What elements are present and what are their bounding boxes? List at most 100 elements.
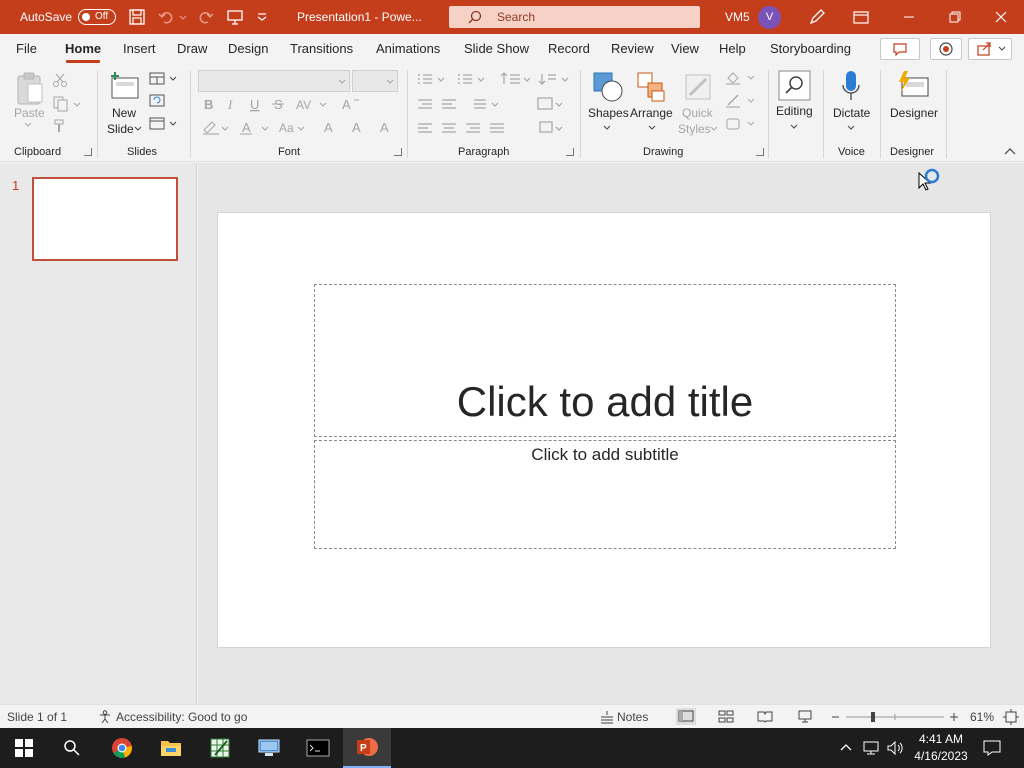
paste-icon[interactable] xyxy=(14,70,46,106)
section-icon[interactable] xyxy=(148,117,178,131)
find-icon[interactable] xyxy=(778,70,812,102)
slideshow-view-icon[interactable] xyxy=(797,710,813,723)
tab-slide-show[interactable]: Slide Show xyxy=(464,41,529,56)
quick-styles-label-2[interactable]: Styles xyxy=(678,122,711,136)
zoom-level[interactable]: 61% xyxy=(970,710,994,724)
collapse-ribbon-icon[interactable] xyxy=(1004,148,1016,156)
volume-icon[interactable] xyxy=(886,739,904,757)
quick-styles-dropdown-icon[interactable] xyxy=(710,126,718,132)
comments-button[interactable] xyxy=(880,38,920,60)
editing-button[interactable]: Editing xyxy=(776,104,813,118)
notes-button[interactable]: Notes xyxy=(617,710,648,724)
cut-icon[interactable] xyxy=(52,72,68,88)
title-placeholder[interactable]: Click to add title xyxy=(314,284,896,437)
arrange-button[interactable]: Arrange xyxy=(630,106,673,120)
dictate-button[interactable]: Dictate xyxy=(833,106,870,120)
layout-icon[interactable] xyxy=(148,72,178,86)
shape-fill-icon[interactable] xyxy=(724,70,758,86)
spreadsheet-app[interactable] xyxy=(196,728,244,768)
customize-qat-icon[interactable] xyxy=(255,8,269,26)
notification-icon[interactable] xyxy=(982,739,1002,757)
tab-animations[interactable]: Animations xyxy=(376,41,440,56)
ribbon-display-options-icon[interactable] xyxy=(852,8,870,26)
tab-transitions[interactable]: Transitions xyxy=(290,41,353,56)
designer-button[interactable]: Designer xyxy=(890,106,938,120)
paragraph-dialog-launcher[interactable] xyxy=(566,148,574,156)
dictate-dropdown-icon[interactable] xyxy=(847,125,855,131)
font-size-combo[interactable] xyxy=(352,70,398,92)
user-name[interactable]: VM5 xyxy=(725,0,750,34)
microphone-icon[interactable] xyxy=(840,70,862,104)
font-name-dropdown-icon[interactable] xyxy=(338,79,346,85)
format-painter-icon[interactable] xyxy=(52,118,70,134)
undo-dropdown-icon[interactable] xyxy=(178,8,188,26)
tab-help[interactable]: Help xyxy=(719,41,746,56)
tab-review[interactable]: Review xyxy=(611,41,654,56)
save-icon[interactable] xyxy=(128,8,146,26)
maximize-button[interactable] xyxy=(932,0,978,34)
arrange-dropdown-icon[interactable] xyxy=(648,125,656,131)
copy-icon[interactable] xyxy=(52,96,80,112)
tab-view[interactable]: View xyxy=(671,41,699,56)
shape-outline-icon[interactable] xyxy=(724,93,758,109)
clipboard-dialog-launcher[interactable] xyxy=(84,148,92,156)
new-slide-label-1[interactable]: New xyxy=(112,106,136,120)
network-app[interactable] xyxy=(245,728,293,768)
file-explorer-app[interactable] xyxy=(147,728,195,768)
tray-chevron-icon[interactable] xyxy=(838,740,854,756)
slide-sorter-icon[interactable] xyxy=(718,710,734,723)
editing-dropdown-icon[interactable] xyxy=(790,124,798,130)
accessibility-status[interactable]: Accessibility: Good to go xyxy=(116,710,247,724)
undo-icon[interactable] xyxy=(158,8,176,26)
fit-slide-icon[interactable] xyxy=(1003,709,1019,725)
document-title[interactable]: Presentation1 - Powe... xyxy=(297,0,422,34)
chrome-app[interactable] xyxy=(98,728,146,768)
close-button[interactable] xyxy=(978,0,1024,34)
normal-view-icon[interactable] xyxy=(676,708,696,725)
slide[interactable]: Click to add title Click to add subtitle xyxy=(217,212,991,648)
minimize-button[interactable] xyxy=(886,0,932,34)
reading-view-icon[interactable] xyxy=(757,710,773,723)
shapes-button[interactable]: Shapes xyxy=(588,106,629,120)
font-size-dropdown-icon[interactable] xyxy=(386,79,394,85)
redo-icon[interactable] xyxy=(196,8,214,26)
record-button[interactable] xyxy=(930,38,962,60)
tab-insert[interactable]: Insert xyxy=(123,41,156,56)
tab-design[interactable]: Design xyxy=(228,41,268,56)
subtitle-placeholder[interactable]: Click to add subtitle xyxy=(314,440,896,549)
paste-dropdown-icon[interactable] xyxy=(24,122,32,128)
paste-button[interactable]: Paste xyxy=(14,106,45,120)
new-slide-icon[interactable] xyxy=(109,70,141,102)
font-name-combo[interactable] xyxy=(198,70,350,92)
pen-icon[interactable] xyxy=(808,8,826,26)
slide-thumbnail[interactable] xyxy=(32,177,178,261)
shapes-dropdown-icon[interactable] xyxy=(603,125,611,131)
new-slide-label-2[interactable]: Slide xyxy=(107,122,134,136)
tab-record[interactable]: Record xyxy=(548,41,590,56)
reset-slide-icon[interactable] xyxy=(148,94,168,108)
slide-counter[interactable]: Slide 1 of 1 xyxy=(7,710,67,724)
tab-file[interactable]: File xyxy=(16,41,37,56)
network-icon[interactable] xyxy=(862,739,882,757)
search-box[interactable]: Search xyxy=(449,6,700,28)
share-button[interactable] xyxy=(968,38,1012,60)
start-button[interactable] xyxy=(0,728,48,768)
new-slide-dropdown-icon[interactable] xyxy=(134,126,142,132)
quick-styles-label-1[interactable]: Quick xyxy=(682,106,713,120)
zoom-slider[interactable] xyxy=(830,711,962,723)
quick-styles-icon[interactable] xyxy=(684,71,714,103)
avatar[interactable]: V xyxy=(758,6,781,29)
tab-draw[interactable]: Draw xyxy=(177,41,207,56)
font-dialog-launcher[interactable] xyxy=(394,148,402,156)
arrange-icon[interactable] xyxy=(636,71,668,103)
present-from-beginning-icon[interactable] xyxy=(226,8,244,26)
powerpoint-app[interactable]: P xyxy=(343,728,391,768)
tab-storyboarding[interactable]: Storyboarding xyxy=(770,41,851,56)
tab-home[interactable]: Home xyxy=(65,41,101,56)
search-taskbar-button[interactable] xyxy=(48,728,96,768)
system-clock[interactable]: 4:41 AM 4/16/2023 xyxy=(906,731,976,765)
shape-effects-icon[interactable] xyxy=(724,116,758,132)
terminal-app[interactable] xyxy=(294,728,342,768)
drawing-dialog-launcher[interactable] xyxy=(756,148,764,156)
shapes-icon[interactable] xyxy=(592,71,624,103)
